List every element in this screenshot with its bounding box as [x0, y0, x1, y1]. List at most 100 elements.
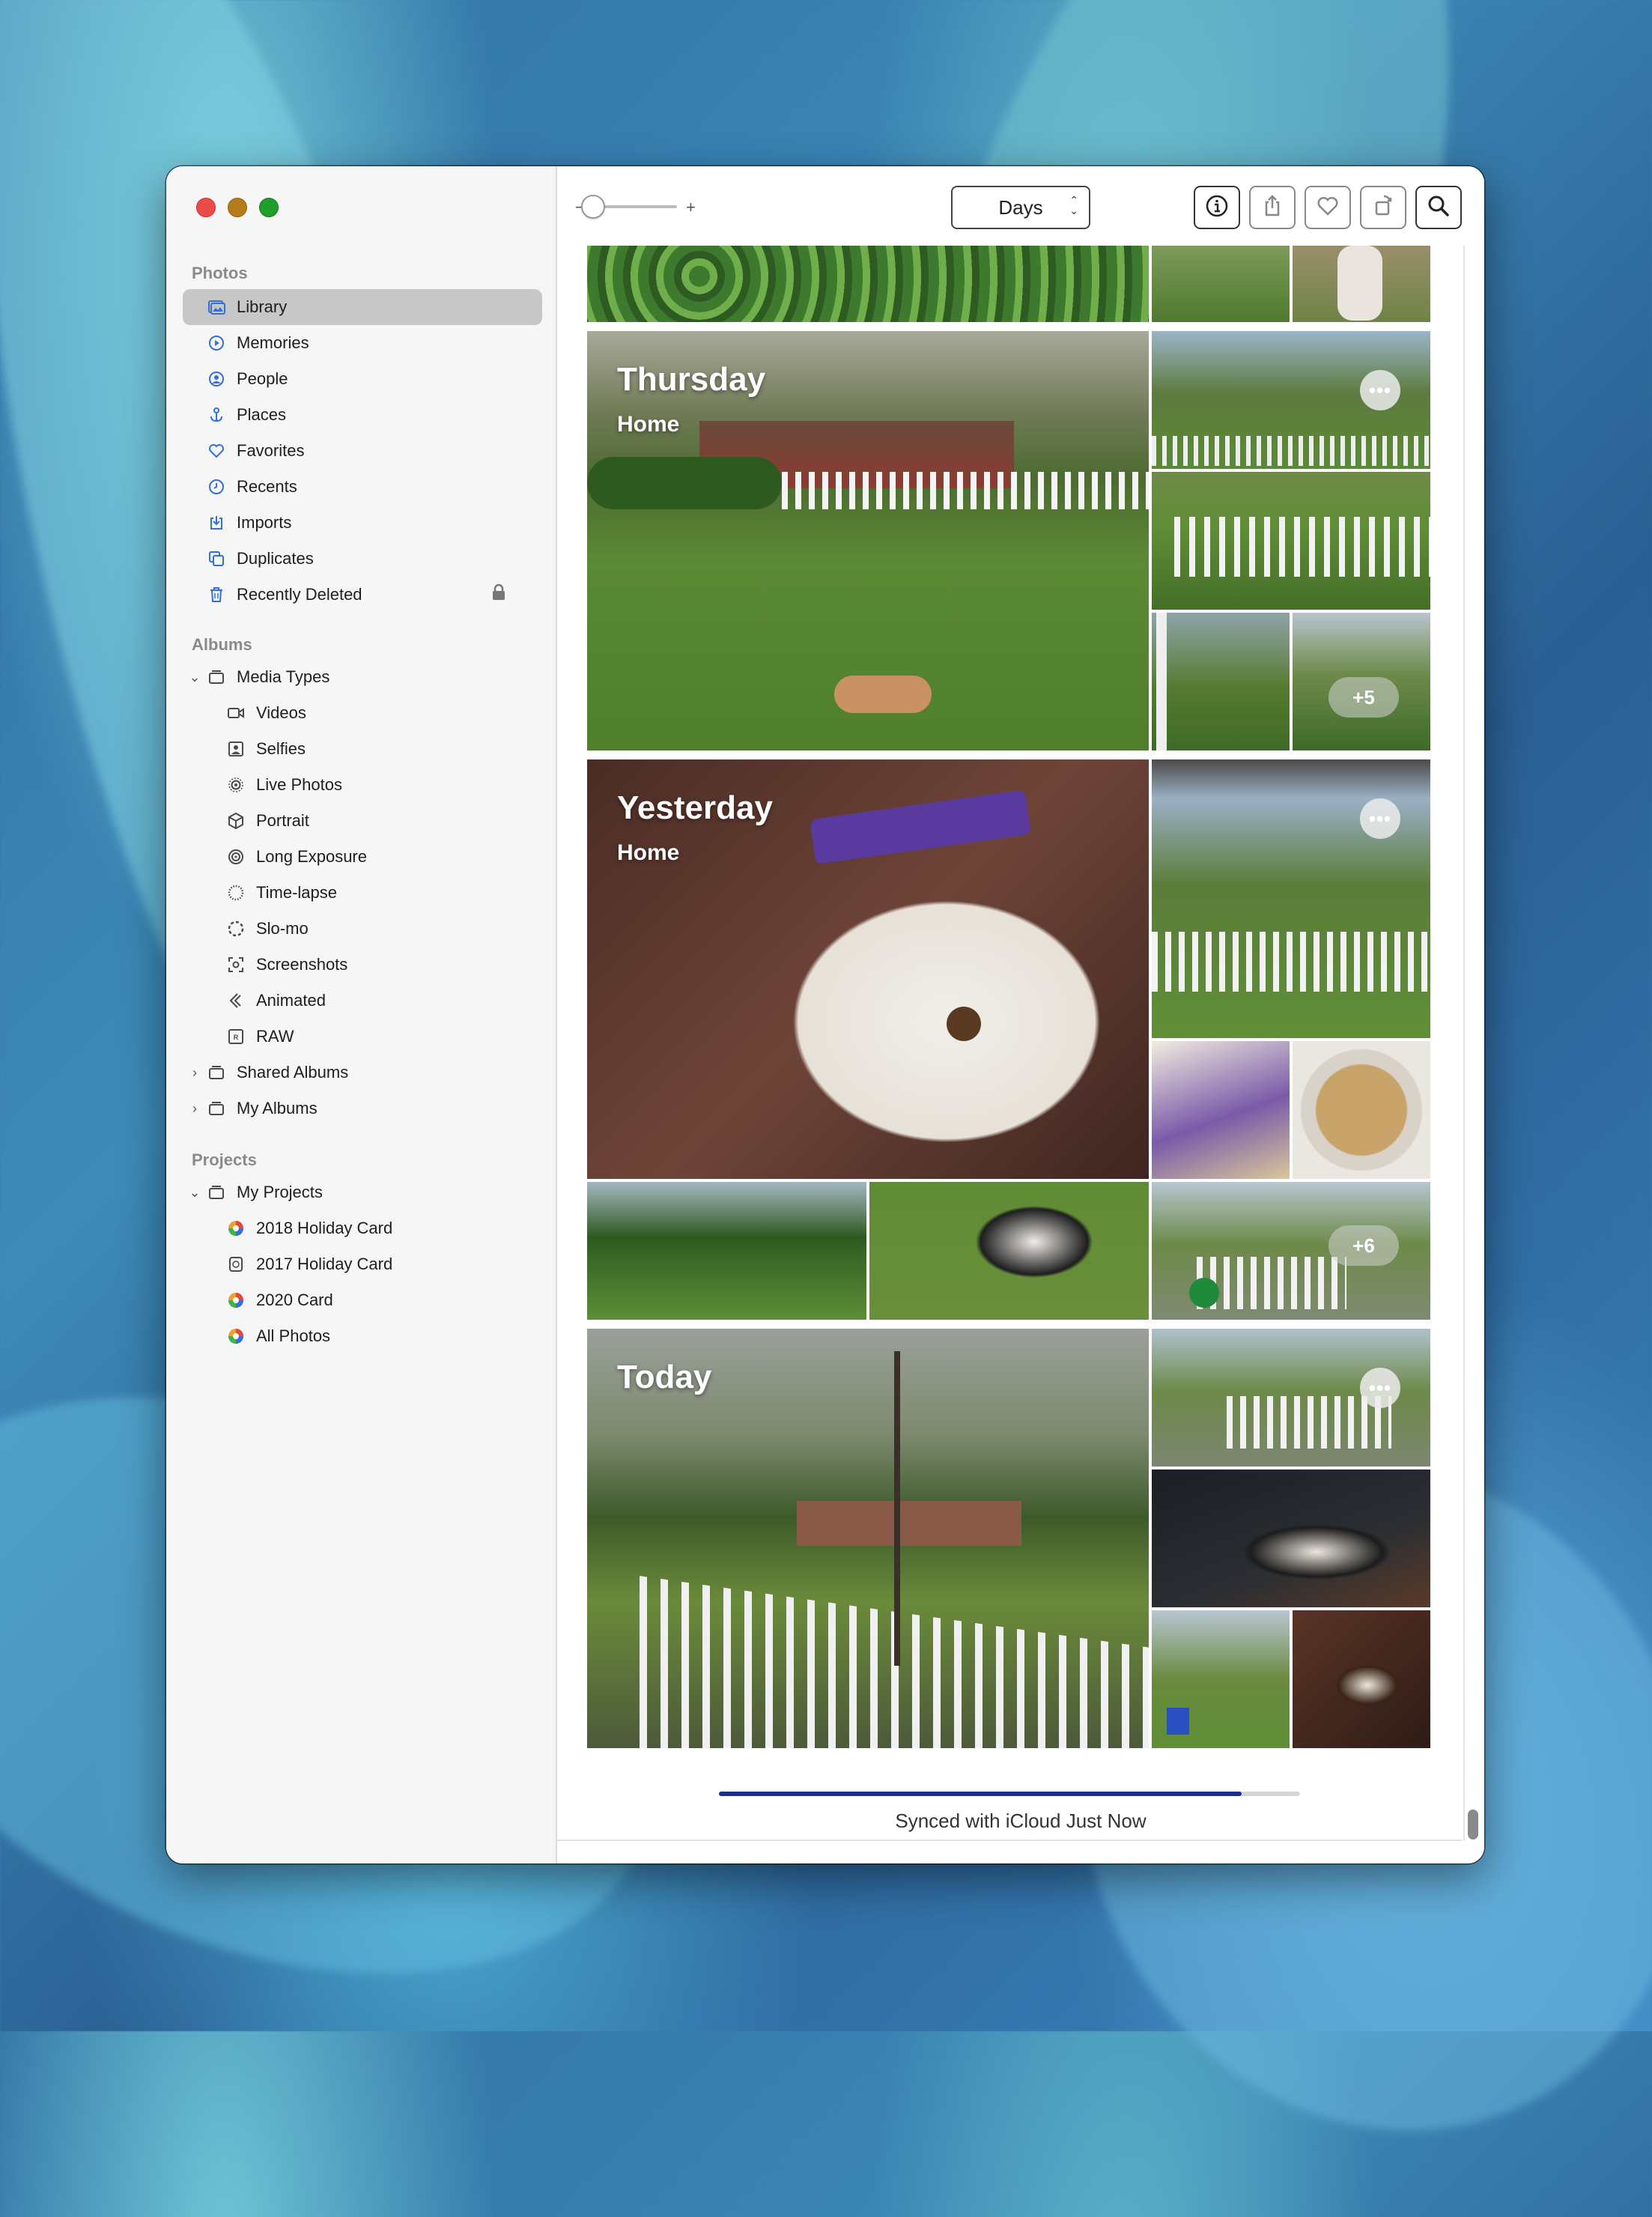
- sidebar-item-recently-deleted[interactable]: Recently Deleted: [207, 577, 536, 613]
- photo-thumbnail[interactable]: [1293, 1610, 1430, 1748]
- sidebar-item-label: Screenshots: [256, 955, 348, 974]
- sidebar-item-label: Shared Albums: [237, 1063, 349, 1082]
- folder-icon: [207, 1063, 226, 1082]
- photo-thumbnail[interactable]: •••: [1152, 759, 1430, 1038]
- share-button[interactable]: [1249, 186, 1296, 229]
- sidebar-item-portrait[interactable]: Portrait: [226, 803, 309, 839]
- lock-icon: [491, 583, 506, 606]
- sidebar-item-label: People: [237, 369, 288, 388]
- sidebar-item-memories[interactable]: Memories: [207, 325, 309, 361]
- zoom-slider-handle[interactable]: [581, 195, 605, 219]
- share-icon: [1260, 193, 1285, 222]
- sidebar-item-slomo[interactable]: Slo-mo: [226, 911, 309, 947]
- sidebar-item-label: Places: [237, 405, 287, 424]
- photo-grid: Thursday Home ••• +5 Yesterday Home ••• …: [557, 246, 1484, 1863]
- sidebar-item-selfies[interactable]: Selfies: [226, 731, 306, 767]
- sidebar-item-long-exposure[interactable]: Long Exposure: [226, 839, 367, 875]
- sidebar-item-my-projects[interactable]: My Projects: [207, 1174, 323, 1210]
- more-options-button[interactable]: •••: [1360, 1368, 1400, 1408]
- sidebar-item-timelapse[interactable]: Time-lapse: [226, 875, 337, 911]
- photo-thumbnail[interactable]: [1152, 613, 1290, 750]
- sidebar-item-library[interactable]: Library: [183, 289, 542, 325]
- sidebar-item-label: Selfies: [256, 739, 306, 758]
- sidebar-item-label: Imports: [237, 513, 292, 532]
- photo-thumbnail[interactable]: [1293, 1041, 1430, 1179]
- photo-thumbnail[interactable]: [1152, 1610, 1290, 1748]
- sidebar-item-videos[interactable]: Videos: [226, 695, 306, 731]
- sidebar-item-raw[interactable]: R RAW: [226, 1019, 294, 1055]
- rotate-button[interactable]: [1360, 186, 1406, 229]
- sidebar-item-2018-holiday-card[interactable]: 2018 Holiday Card: [226, 1210, 392, 1246]
- day-hero-photo[interactable]: Yesterday Home: [587, 759, 1149, 1179]
- sidebar-item-imports[interactable]: Imports: [207, 505, 291, 541]
- sidebar-item-my-albums[interactable]: My Albums: [207, 1091, 318, 1126]
- sidebar-item-duplicates[interactable]: Duplicates: [207, 541, 314, 577]
- photo-thumbnail[interactable]: +5: [1293, 613, 1430, 750]
- sidebar-item-favorites[interactable]: Favorites: [207, 433, 304, 469]
- svg-text:R: R: [234, 1034, 239, 1041]
- close-window-button[interactable]: [196, 198, 216, 217]
- animated-icon: [226, 991, 246, 1010]
- sidebar-item-label: Recents: [237, 477, 297, 496]
- timelapse-icon: [226, 883, 246, 903]
- day-hero-photo[interactable]: Today: [587, 1329, 1149, 1748]
- view-select-value: Days: [998, 195, 1043, 219]
- view-select[interactable]: Days ⌃ ⌄: [951, 186, 1090, 229]
- vertical-scrollbar[interactable]: [1468, 1810, 1478, 1840]
- live-photo-icon: [226, 775, 246, 795]
- sidebar-item-shared-albums[interactable]: Shared Albums: [207, 1055, 348, 1091]
- photo-thumbnail[interactable]: •••: [1152, 331, 1430, 469]
- zoom-window-button[interactable]: [259, 198, 279, 217]
- section-title-albums: Albums: [192, 635, 252, 654]
- sidebar-item-live-photos[interactable]: Live Photos: [226, 767, 342, 803]
- sidebar-item-label: Favorites: [237, 441, 305, 460]
- chevron-down-icon[interactable]: ⌄: [187, 670, 202, 685]
- sidebar-item-media-types[interactable]: Media Types: [207, 659, 330, 695]
- sidebar-item-people[interactable]: People: [207, 361, 288, 397]
- photo-thumbnail[interactable]: [1152, 472, 1430, 610]
- day-hero-photo[interactable]: Thursday Home: [587, 331, 1149, 750]
- sidebar-item-label: 2020 Card: [256, 1291, 333, 1309]
- photo-thumbnail[interactable]: [1152, 1470, 1430, 1607]
- footer-divider: [557, 1840, 1462, 1841]
- chevron-right-icon[interactable]: ›: [187, 1101, 202, 1116]
- photo-thumbnail[interactable]: [1152, 246, 1290, 322]
- zoom-slider-track[interactable]: [595, 205, 677, 208]
- info-button[interactable]: [1194, 186, 1240, 229]
- photo-thumbnail[interactable]: •••: [1152, 1329, 1430, 1467]
- more-photos-badge[interactable]: +5: [1328, 677, 1399, 718]
- photo-thumbnail[interactable]: [587, 246, 1149, 322]
- sidebar-item-2020-card[interactable]: 2020 Card: [226, 1282, 333, 1318]
- photo-thumbnail[interactable]: [1152, 1041, 1290, 1179]
- zoom-in-label: +: [686, 198, 696, 216]
- photo-thumbnail[interactable]: +6: [1152, 1182, 1430, 1320]
- toolbar: − + Days ⌃ ⌄: [557, 166, 1484, 246]
- day-location: Home: [617, 412, 680, 437]
- heart-icon: [1315, 193, 1340, 222]
- photo-thumbnail[interactable]: [869, 1182, 1149, 1320]
- sidebar-item-recents[interactable]: Recents: [207, 469, 297, 505]
- card-icon: [226, 1326, 246, 1346]
- card-icon: [226, 1219, 246, 1238]
- more-options-button[interactable]: •••: [1360, 798, 1400, 839]
- day-title: Yesterday: [617, 789, 773, 826]
- sidebar: Photos Library Memories People Places Fa…: [166, 166, 557, 1863]
- more-options-button[interactable]: •••: [1360, 370, 1400, 410]
- photo-thumbnail[interactable]: [587, 1182, 866, 1320]
- photo-thumbnail[interactable]: [1293, 246, 1430, 322]
- sidebar-item-all-photos[interactable]: All Photos: [226, 1318, 330, 1354]
- sidebar-item-label: Portrait: [256, 811, 309, 830]
- sidebar-item-screenshots[interactable]: Screenshots: [226, 947, 347, 983]
- rotate-icon: [1370, 193, 1396, 222]
- selfie-icon: [226, 739, 246, 759]
- minimize-window-button[interactable]: [228, 198, 247, 217]
- more-photos-badge[interactable]: +6: [1328, 1225, 1399, 1266]
- chevron-right-icon[interactable]: ›: [187, 1065, 202, 1080]
- section-title-projects: Projects: [192, 1150, 257, 1169]
- sidebar-item-2017-holiday-card[interactable]: 2017 Holiday Card: [226, 1246, 392, 1282]
- favorite-button[interactable]: [1305, 186, 1351, 229]
- chevron-down-icon[interactable]: ⌄: [187, 1185, 202, 1200]
- sidebar-item-animated[interactable]: Animated: [226, 983, 326, 1019]
- sidebar-item-places[interactable]: Places: [207, 397, 286, 433]
- search-button[interactable]: [1415, 186, 1462, 229]
